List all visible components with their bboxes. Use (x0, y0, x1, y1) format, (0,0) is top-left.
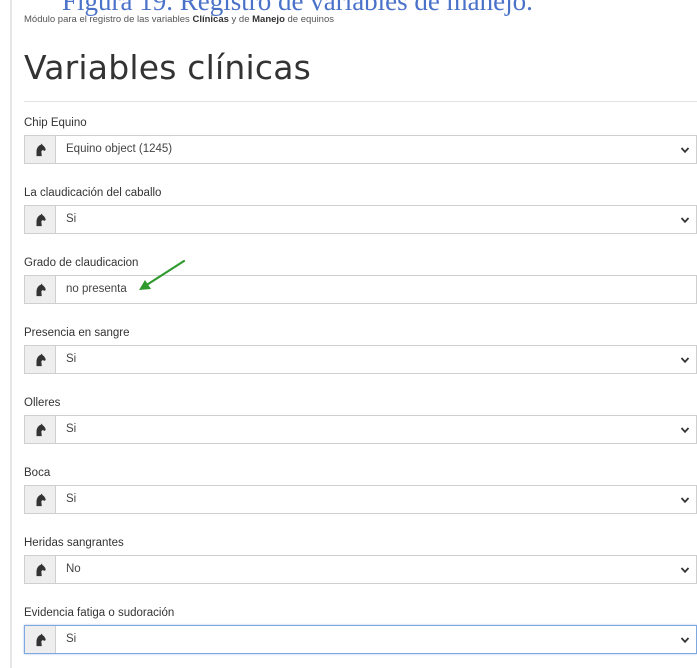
form-field: Grado de claudicacion no presenta (24, 256, 697, 304)
horse-head-icon (25, 136, 56, 163)
select-field[interactable]: Equino object (1245) (24, 135, 697, 164)
subtitle-bold-manejo: Manejo (252, 14, 285, 25)
field-value: Equino object (1245) (66, 143, 173, 155)
field-value: No (66, 563, 81, 575)
field-value: Si (66, 353, 77, 365)
select-field[interactable]: Si (24, 415, 697, 444)
horse-head-icon (25, 276, 56, 303)
text-field[interactable]: no presenta (24, 275, 697, 304)
field-value: Si (66, 633, 77, 645)
field-label: Heridas sangrantes (24, 537, 124, 549)
title-divider (24, 101, 697, 102)
field-value: Si (66, 493, 77, 505)
module-subtitle: Módulo para el registro de las variables… (24, 14, 334, 25)
field-value: Si (66, 213, 77, 225)
subtitle-prefix: Módulo para el registro de las variables (24, 14, 193, 25)
horse-head-icon (25, 556, 56, 583)
chevron-down-icon[interactable] (674, 136, 696, 163)
select-field[interactable]: No (24, 555, 697, 584)
horse-head-icon (25, 416, 56, 443)
select-field[interactable]: Si (24, 485, 697, 514)
field-label: Presencia en sangre (24, 327, 130, 339)
chevron-down-icon[interactable] (674, 416, 696, 443)
horse-head-icon (25, 626, 56, 653)
select-field[interactable]: Si (24, 345, 697, 374)
form-field: Chip Equino Equino object (1245) (24, 116, 697, 164)
chevron-down-icon[interactable] (674, 486, 696, 513)
form-field: Olleres Si (24, 396, 697, 444)
chevron-down-icon[interactable] (674, 206, 696, 233)
chevron-down-icon[interactable] (674, 626, 696, 653)
horse-head-icon (25, 206, 56, 233)
subtitle-bold-clinicas: Clínicas (192, 14, 229, 25)
field-value: Si (66, 423, 77, 435)
field-label: Boca (24, 467, 51, 479)
page-title: Variables clínicas (24, 48, 312, 87)
form-field: Heridas sangrantes No (24, 536, 697, 584)
form-field: Evidencia fatiga o sudoración Si (24, 606, 697, 654)
chevron-down-icon[interactable] (674, 556, 696, 583)
subtitle-middle: y de (228, 14, 253, 25)
left-border (10, 0, 12, 668)
select-field[interactable]: Si (24, 625, 697, 654)
field-label: Evidencia fatiga o sudoración (24, 607, 175, 619)
select-field[interactable]: Si (24, 205, 697, 234)
chevron-down-icon[interactable] (674, 346, 696, 373)
field-label: La claudicación del caballo (24, 187, 162, 199)
subtitle-suffix: de equinos (284, 14, 335, 25)
horse-head-icon (25, 346, 56, 373)
field-label: Grado de claudicacion (24, 257, 139, 269)
green-arrow-icon (139, 259, 186, 290)
field-label: Chip Equino (24, 117, 87, 129)
form-field: Presencia en sangre Si (24, 326, 697, 374)
horse-head-icon (25, 486, 56, 513)
field-label: Olleres (24, 397, 61, 409)
form-field: La claudicación del caballo Si (24, 186, 697, 234)
form-field: Boca Si (24, 466, 697, 514)
